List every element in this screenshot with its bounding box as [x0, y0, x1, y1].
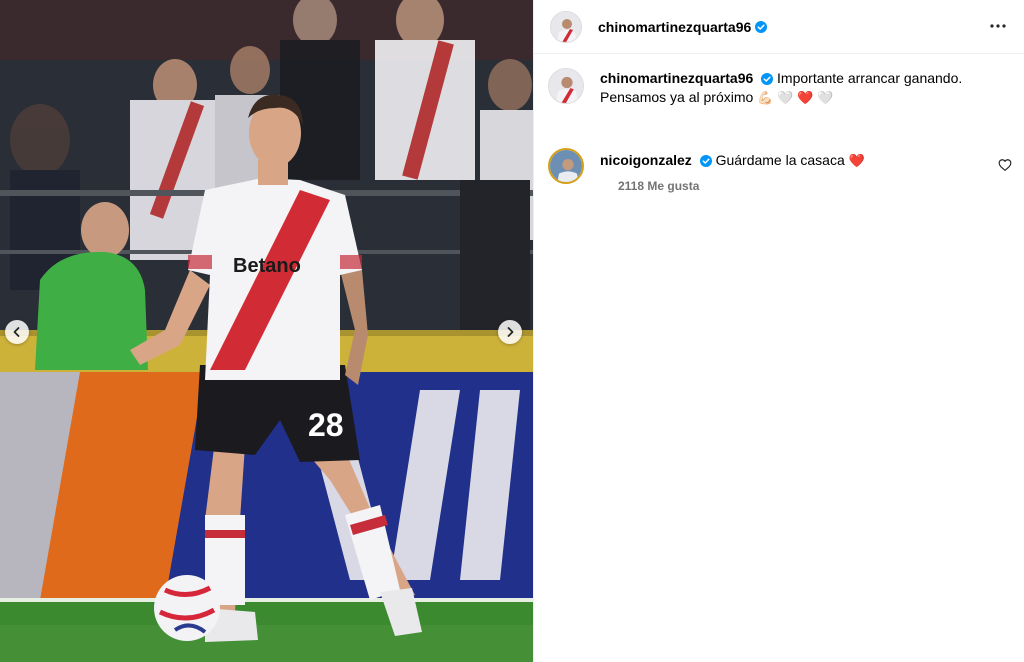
white-heart-emoji: 🤍 [777, 91, 794, 106]
post-side-panel: chinomartinezquarta96 chinomartinezquart… [533, 0, 1024, 662]
author-username[interactable]: chinomartinezquarta96 [598, 19, 751, 35]
more-options-icon [990, 24, 1006, 28]
caption-text-block: chinomartinezquarta96 Importante arranca… [600, 69, 962, 108]
caption-line-2: Pensamos ya al próximo [600, 89, 754, 105]
post-photo[interactable]: 28 Betano [0, 0, 533, 662]
verified-badge-icon [755, 20, 768, 33]
caption-author-avatar[interactable] [548, 68, 584, 104]
chevron-right-icon [507, 327, 514, 337]
red-heart-emoji: ❤️ [848, 154, 865, 169]
comment-like-count[interactable]: 2118 Me gusta [618, 177, 865, 196]
carousel-previous-button[interactable] [5, 320, 29, 344]
flexed-biceps-emoji: 💪🏻 [757, 91, 774, 106]
chevron-left-icon [13, 327, 20, 337]
comment-like-button[interactable] [998, 158, 1014, 174]
jersey-number: 28 [308, 407, 344, 443]
caption-line-1: Importante arrancar ganando. [777, 70, 963, 86]
post-header: chinomartinezquarta96 [534, 0, 1024, 54]
author-avatar[interactable] [550, 10, 582, 43]
heart-outline-icon [998, 159, 1012, 171]
jersey-sponsor: Betano [233, 255, 301, 277]
white-heart-emoji: 🤍 [817, 91, 834, 106]
comment-item: nicoigonzalez Guárdame la casaca ❤️ 2118… [548, 148, 865, 196]
comment-text: Guárdame la casaca [715, 152, 845, 168]
comment-text-block: nicoigonzalez Guárdame la casaca ❤️ 2118… [600, 151, 865, 196]
red-heart-emoji: ❤️ [797, 91, 814, 106]
carousel-next-button[interactable] [498, 320, 522, 344]
post-caption: chinomartinezquarta96 Importante arranca… [548, 68, 962, 108]
more-options-button[interactable] [986, 14, 1010, 38]
commenter-avatar[interactable] [548, 148, 584, 184]
photo-illustration: 28 Betano [0, 0, 533, 662]
verified-badge-icon [761, 73, 774, 85]
commenter-username[interactable]: nicoigonzalez [600, 152, 692, 168]
caption-author-username[interactable]: chinomartinezquarta96 [600, 70, 753, 86]
verified-badge-icon [699, 155, 712, 167]
